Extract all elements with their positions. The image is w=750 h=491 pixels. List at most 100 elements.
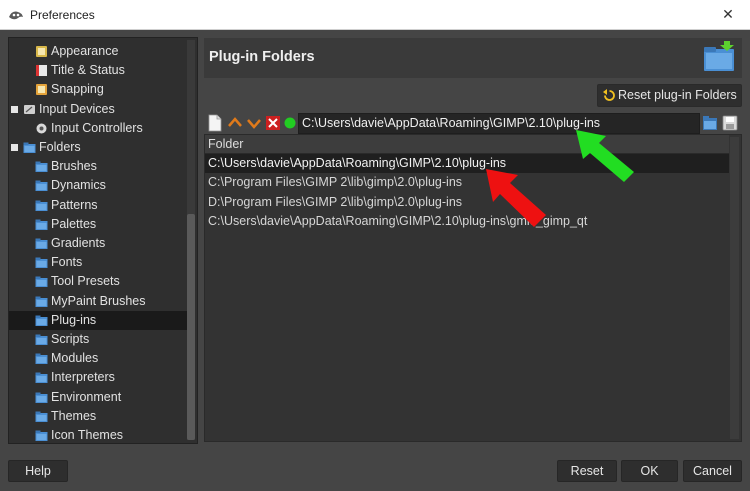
ok-button[interactable]: OK [621, 460, 678, 482]
sidebar-item-label: Appearance [51, 44, 119, 58]
sidebar-item-patterns[interactable]: Patterns [9, 196, 187, 215]
sidebar-item-label: Patterns [51, 197, 98, 212]
folder-icon [35, 411, 48, 422]
close-icon[interactable]: ✕ [718, 5, 738, 25]
expander-icon[interactable] [11, 105, 18, 113]
folder-icon [35, 372, 48, 384]
folder-list[interactable]: Folder C:\Users\davie\AppData\Roaming\GI… [204, 134, 742, 442]
sidebar-item-label: Gradients [51, 236, 106, 250]
sidebar-item-input-devices[interactable]: Input Devices [9, 100, 187, 119]
input-controllers-icon [36, 123, 47, 134]
sidebar-item-label: Interpreters [51, 370, 115, 385]
folder-row[interactable]: C:\Users\davie\AppData\Roaming\GIMP\2.10… [205, 154, 729, 173]
folder-icon [35, 257, 48, 269]
browse-folder-icon[interactable] [702, 114, 718, 132]
sidebar-item-brushes[interactable]: Brushes [9, 157, 187, 176]
folder-column-header[interactable]: Folder [205, 135, 729, 154]
sidebar-item-label: Scripts [51, 332, 90, 346]
sidebar-item-scripts[interactable]: Scripts [9, 330, 187, 349]
folder-icon [35, 180, 48, 192]
move-down-icon[interactable] [246, 114, 262, 132]
cancel-button[interactable]: Cancel [683, 460, 742, 482]
reset-icon [603, 89, 615, 101]
folder-icon [35, 219, 48, 230]
writable-status-icon [284, 117, 296, 129]
sidebar-item-label: Themes [51, 408, 97, 423]
sidebar-item-appearance[interactable]: Appearance [9, 42, 187, 61]
folder-icon [35, 276, 48, 288]
folder-path-input[interactable]: C:\Users\davie\AppData\Roaming\GIMP\2.10… [298, 113, 700, 134]
sidebar-item-label: Fonts [51, 255, 83, 270]
folder-icon [35, 315, 48, 326]
sidebar-item-mypaint-brushes[interactable]: MyPaint Brushes [9, 292, 187, 311]
sidebar-item-label: Title & Status [51, 63, 125, 78]
sidebar-item-title-status[interactable]: Title & Status [9, 61, 187, 80]
gimp-app-icon [9, 11, 23, 20]
sidebar-item-label: Modules [51, 351, 99, 366]
preferences-dialog: Preferences ✕ Appearance Title & Status Sn… [0, 0, 750, 491]
panel-header: Plug-in Folders [204, 38, 742, 78]
help-button[interactable]: Help [8, 460, 68, 482]
sidebar-item-interpreters[interactable]: Interpreters [9, 368, 187, 387]
folder-icon [35, 296, 48, 307]
title-status-icon [36, 65, 47, 77]
sidebar-item-label: Palettes [51, 216, 97, 231]
sidebar-item-label: Tool Presets [51, 274, 120, 289]
sidebar-item-palettes[interactable]: Palettes [9, 215, 187, 234]
folders-icon [23, 142, 36, 153]
sidebar-item-label: Dynamics [51, 178, 106, 193]
window-title: Preferences [30, 8, 95, 22]
sidebar-scrollbar-thumb[interactable] [187, 214, 195, 440]
sidebar-item-folders[interactable]: Folders [9, 138, 187, 157]
sidebar-item-gradients[interactable]: Gradients [9, 234, 187, 253]
folder-icon [35, 353, 48, 365]
folder-row[interactable]: C:\Users\davie\AppData\Roaming\GIMP\2.10… [205, 212, 729, 231]
move-up-icon[interactable] [227, 114, 243, 132]
sidebar-item-label: MyPaint Brushes [51, 293, 146, 308]
folder-icon [35, 334, 48, 345]
expander-icon[interactable] [11, 144, 18, 151]
snapping-icon [36, 84, 47, 96]
sidebar-item-fonts[interactable]: Fonts [9, 253, 187, 272]
sidebar-item-icon-themes[interactable]: Icon Themes [9, 426, 187, 443]
sidebar-item-dynamics[interactable]: Dynamics [9, 176, 187, 195]
delete-icon[interactable] [265, 114, 281, 132]
sidebar-item-label: Folders [39, 140, 81, 154]
folder-icon [35, 238, 48, 249]
folder-row[interactable]: D:\Program Files\GIMP 2\lib\gimp\2.0\plu… [205, 193, 729, 212]
sidebar-item-themes[interactable]: Themes [9, 407, 187, 426]
folder-icon [35, 200, 48, 211]
new-folder-entry-icon[interactable] [207, 114, 223, 132]
sidebar-item-plug-ins[interactable]: Plug-ins [9, 310, 187, 330]
sidebar-item-label: Brushes [51, 159, 97, 174]
save-icon[interactable] [722, 114, 738, 132]
sidebar-item-environment[interactable]: Environment [9, 388, 187, 407]
appearance-icon [36, 46, 47, 57]
reset-plugin-folders-button[interactable]: Reset plug-in Folders [597, 84, 742, 107]
sidebar-item-label: Input Devices [39, 101, 115, 116]
sidebar-item-label: Plug-ins [51, 312, 97, 327]
sidebar-item-tool-presets[interactable]: Tool Presets [9, 272, 187, 291]
title-bar: Preferences ✕ [0, 0, 750, 30]
folder-icon [35, 161, 48, 173]
sidebar-item-label: Snapping [51, 82, 104, 97]
page-title: Plug-in Folders [209, 49, 315, 65]
folder-icon [35, 430, 48, 441]
folder-icon [35, 392, 48, 403]
green-arrow-annotation [576, 130, 634, 182]
sidebar-item-label: Icon Themes [51, 428, 124, 442]
folders-header-icon [704, 41, 734, 71]
reset-button[interactable]: Reset [557, 460, 617, 482]
sidebar-item-snapping[interactable]: Snapping [9, 80, 187, 99]
input-devices-icon [24, 104, 35, 114]
folder-toolbar: C:\Users\davie\AppData\Roaming\GIMP\2.10… [204, 112, 742, 134]
sidebar-item-modules[interactable]: Modules [9, 349, 187, 368]
reset-plugin-folders-label: Reset plug-in Folders [618, 88, 737, 102]
sidebar-item-label: Input Controllers [51, 120, 143, 135]
folder-list-scrollbar[interactable] [730, 137, 739, 439]
sidebar-item-label: Environment [51, 389, 122, 404]
red-arrow-annotation [486, 169, 546, 227]
folder-row[interactable]: C:\Program Files\GIMP 2\lib\gimp\2.0\plu… [205, 173, 729, 192]
sidebar-item-input-controllers[interactable]: Input Controllers [9, 119, 187, 138]
preferences-tree[interactable]: Appearance Title & Status Snapping Input De… [8, 37, 198, 444]
